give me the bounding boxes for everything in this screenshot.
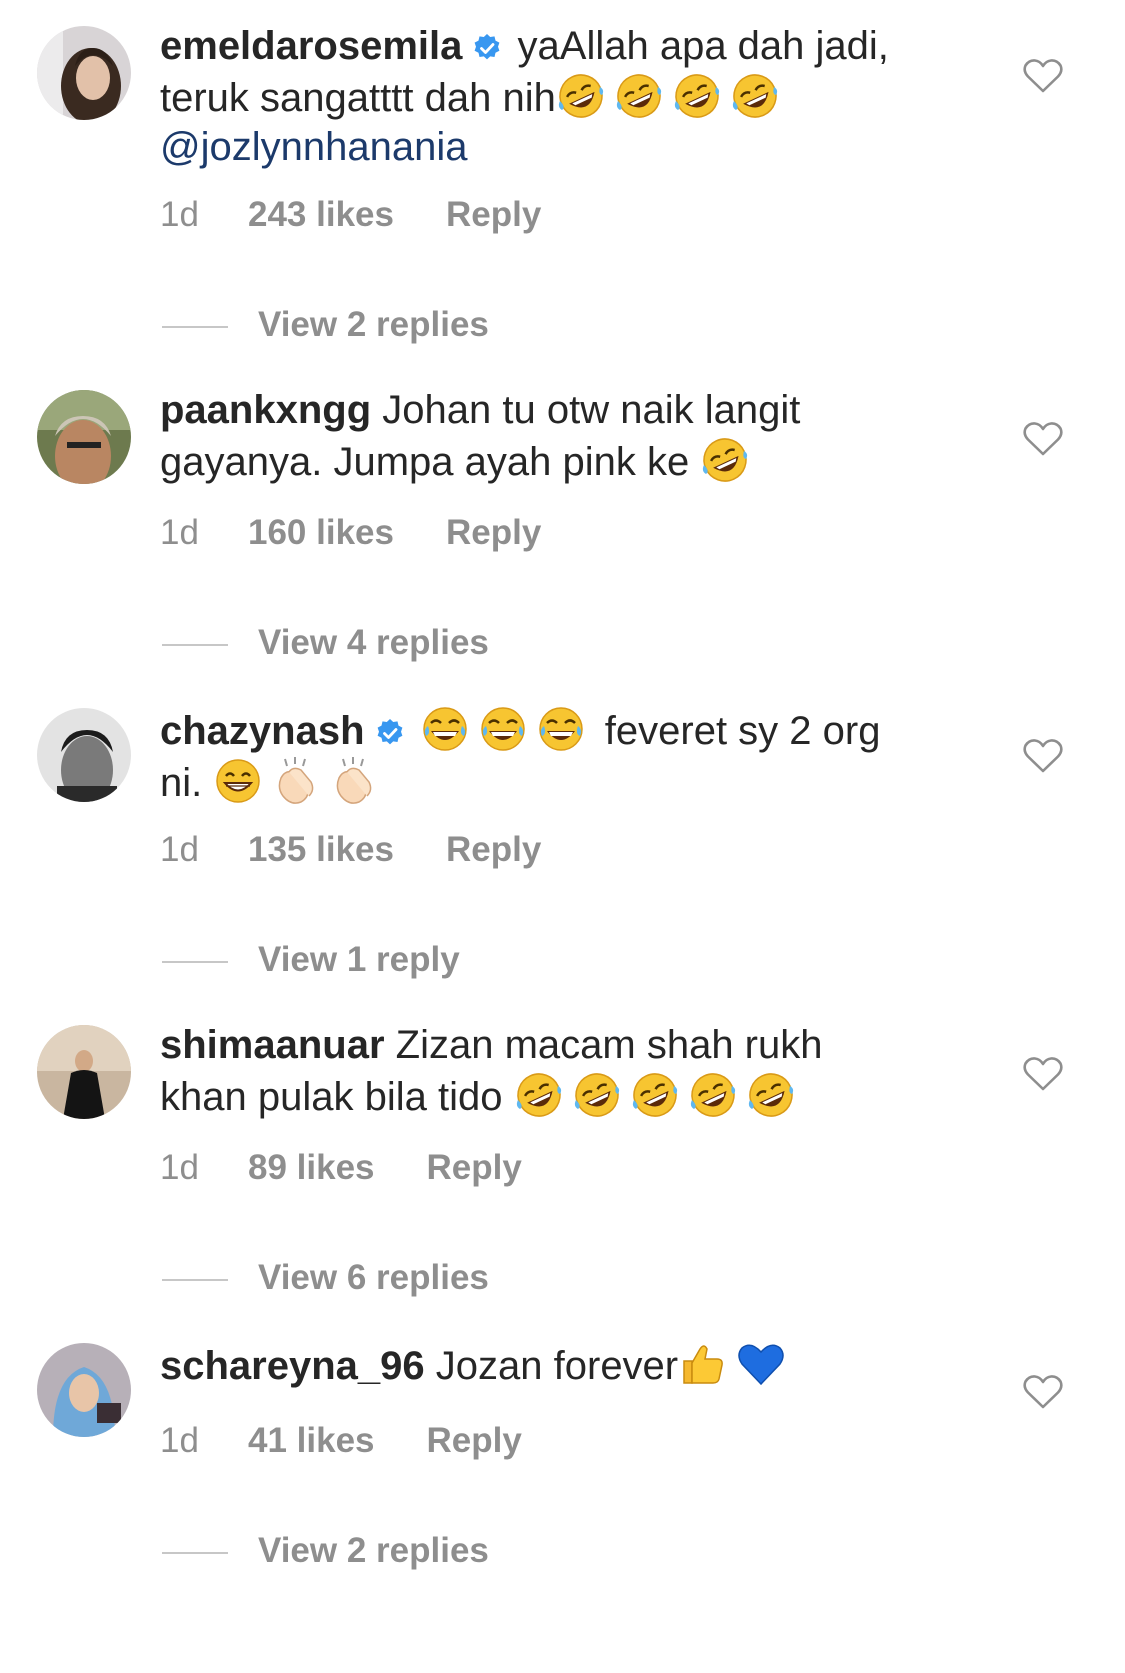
divider	[162, 1278, 228, 1281]
likes-count[interactable]: 160 likes	[248, 513, 394, 553]
comment-body: chazynash feveret sy 2 org ni.	[160, 704, 960, 808]
reply-button[interactable]: Reply	[427, 1148, 522, 1188]
comment-meta: 1d 160 likes Reply	[160, 513, 541, 553]
rofl-emoji-icon	[730, 71, 780, 121]
clap-emoji-icon	[271, 756, 321, 806]
username[interactable]: schareyna_96	[160, 1344, 425, 1388]
view-replies-label: View 6 replies	[258, 1258, 489, 1297]
comment-text: chazynash feveret sy 2 org ni.	[160, 704, 960, 808]
comment-meta: 1d 41 likes Reply	[160, 1421, 522, 1461]
view-replies-button[interactable]: View 2 replies	[162, 1531, 489, 1571]
rofl-emoji-icon	[572, 1070, 622, 1120]
reply-button[interactable]: Reply	[446, 513, 541, 553]
avatar[interactable]	[37, 708, 131, 802]
username[interactable]: chazynash	[160, 709, 365, 753]
joy-emoji-icon	[420, 704, 470, 754]
avatar[interactable]	[37, 1025, 131, 1119]
comment-text-line: Jozan forever	[435, 1344, 679, 1388]
comment-text-line: feveret sy 2 org	[604, 709, 881, 753]
joy-emoji-icon	[536, 704, 586, 754]
divider	[162, 1551, 228, 1554]
comment-text-line: teruk sangatttt dah nih	[160, 76, 556, 120]
username[interactable]: paankxngg	[160, 388, 371, 432]
timestamp: 1d	[160, 830, 199, 869]
rofl-emoji-icon	[556, 71, 606, 121]
grin-emoji-icon	[213, 756, 263, 806]
view-replies-button[interactable]: View 4 replies	[162, 623, 489, 663]
view-replies-button[interactable]: View 2 replies	[162, 305, 489, 345]
view-replies-button[interactable]: View 6 replies	[162, 1258, 489, 1298]
likes-count[interactable]: 243 likes	[248, 195, 394, 235]
divider	[162, 960, 228, 963]
comment-body: schareyna_96 Jozan forever	[160, 1339, 960, 1391]
timestamp: 1d	[160, 1421, 199, 1460]
view-replies-label: View 2 replies	[258, 305, 489, 344]
comment-body: shimaanuar Zizan macam shah rukh khan pu…	[160, 1021, 960, 1122]
thumbs-up-emoji-icon	[678, 1339, 728, 1389]
timestamp: 1d	[160, 195, 199, 234]
avatar[interactable]	[37, 1343, 131, 1437]
comment-text: paankxngg Johan tu otw naik langit gayan…	[160, 386, 960, 487]
likes-count[interactable]: 89 likes	[248, 1148, 375, 1188]
verified-icon	[472, 33, 502, 63]
rofl-emoji-icon	[688, 1070, 738, 1120]
heart-icon[interactable]	[1023, 421, 1063, 457]
rofl-emoji-icon	[614, 71, 664, 121]
comment-body: emeldarosemila yaAllah apa dah jadi, ter…	[160, 22, 960, 172]
comment-meta: 1d 243 likes Reply	[160, 195, 541, 235]
comment-text-line: gayanya. Jumpa ayah pink ke	[160, 440, 690, 484]
divider	[162, 643, 228, 646]
comment-text: shimaanuar Zizan macam shah rukh khan pu…	[160, 1021, 960, 1122]
comment-text: schareyna_96 Jozan forever	[160, 1339, 960, 1391]
reply-button[interactable]: Reply	[446, 830, 541, 870]
rofl-emoji-icon	[514, 1070, 564, 1120]
rofl-emoji-icon	[630, 1070, 680, 1120]
reply-button[interactable]: Reply	[427, 1421, 522, 1461]
joy-emoji-icon	[478, 704, 528, 754]
heart-icon[interactable]	[1023, 738, 1063, 774]
reply-button[interactable]: Reply	[446, 195, 541, 235]
comment-text-line: Johan tu otw naik langit	[382, 388, 801, 432]
timestamp: 1d	[160, 1148, 199, 1187]
comment-text-line: Zizan macam shah rukh	[395, 1023, 823, 1067]
heart-icon[interactable]	[1023, 58, 1063, 94]
username[interactable]: emeldarosemila	[160, 24, 462, 68]
likes-count[interactable]: 135 likes	[248, 830, 394, 870]
avatar[interactable]	[37, 26, 131, 120]
mention-link[interactable]: @jozlynnhanania	[160, 125, 467, 169]
username[interactable]: shimaanuar	[160, 1023, 385, 1067]
comment-meta: 1d 135 likes Reply	[160, 830, 541, 870]
verified-icon	[375, 718, 405, 748]
avatar[interactable]	[37, 390, 131, 484]
comment-text-line: yaAllah apa dah jadi,	[517, 24, 889, 68]
rofl-emoji-icon	[746, 1070, 796, 1120]
view-replies-button[interactable]: View 1 reply	[162, 940, 460, 980]
likes-count[interactable]: 41 likes	[248, 1421, 375, 1461]
clap-emoji-icon	[329, 756, 379, 806]
heart-icon[interactable]	[1023, 1374, 1063, 1410]
comment-meta: 1d 89 likes Reply	[160, 1148, 522, 1188]
comment-body: paankxngg Johan tu otw naik langit gayan…	[160, 386, 960, 487]
rofl-emoji-icon	[672, 71, 722, 121]
view-replies-label: View 1 reply	[258, 940, 460, 979]
divider	[162, 325, 228, 328]
heart-icon[interactable]	[1023, 1056, 1063, 1092]
view-replies-label: View 2 replies	[258, 1531, 489, 1570]
view-replies-label: View 4 replies	[258, 623, 489, 662]
comment-text: emeldarosemila yaAllah apa dah jadi, ter…	[160, 22, 960, 172]
rofl-emoji-icon	[700, 435, 750, 485]
blue-heart-emoji-icon	[736, 1339, 786, 1389]
timestamp: 1d	[160, 513, 199, 552]
comment-text-line: khan pulak bila tido	[160, 1075, 503, 1119]
comment-text-line: ni.	[160, 761, 203, 805]
